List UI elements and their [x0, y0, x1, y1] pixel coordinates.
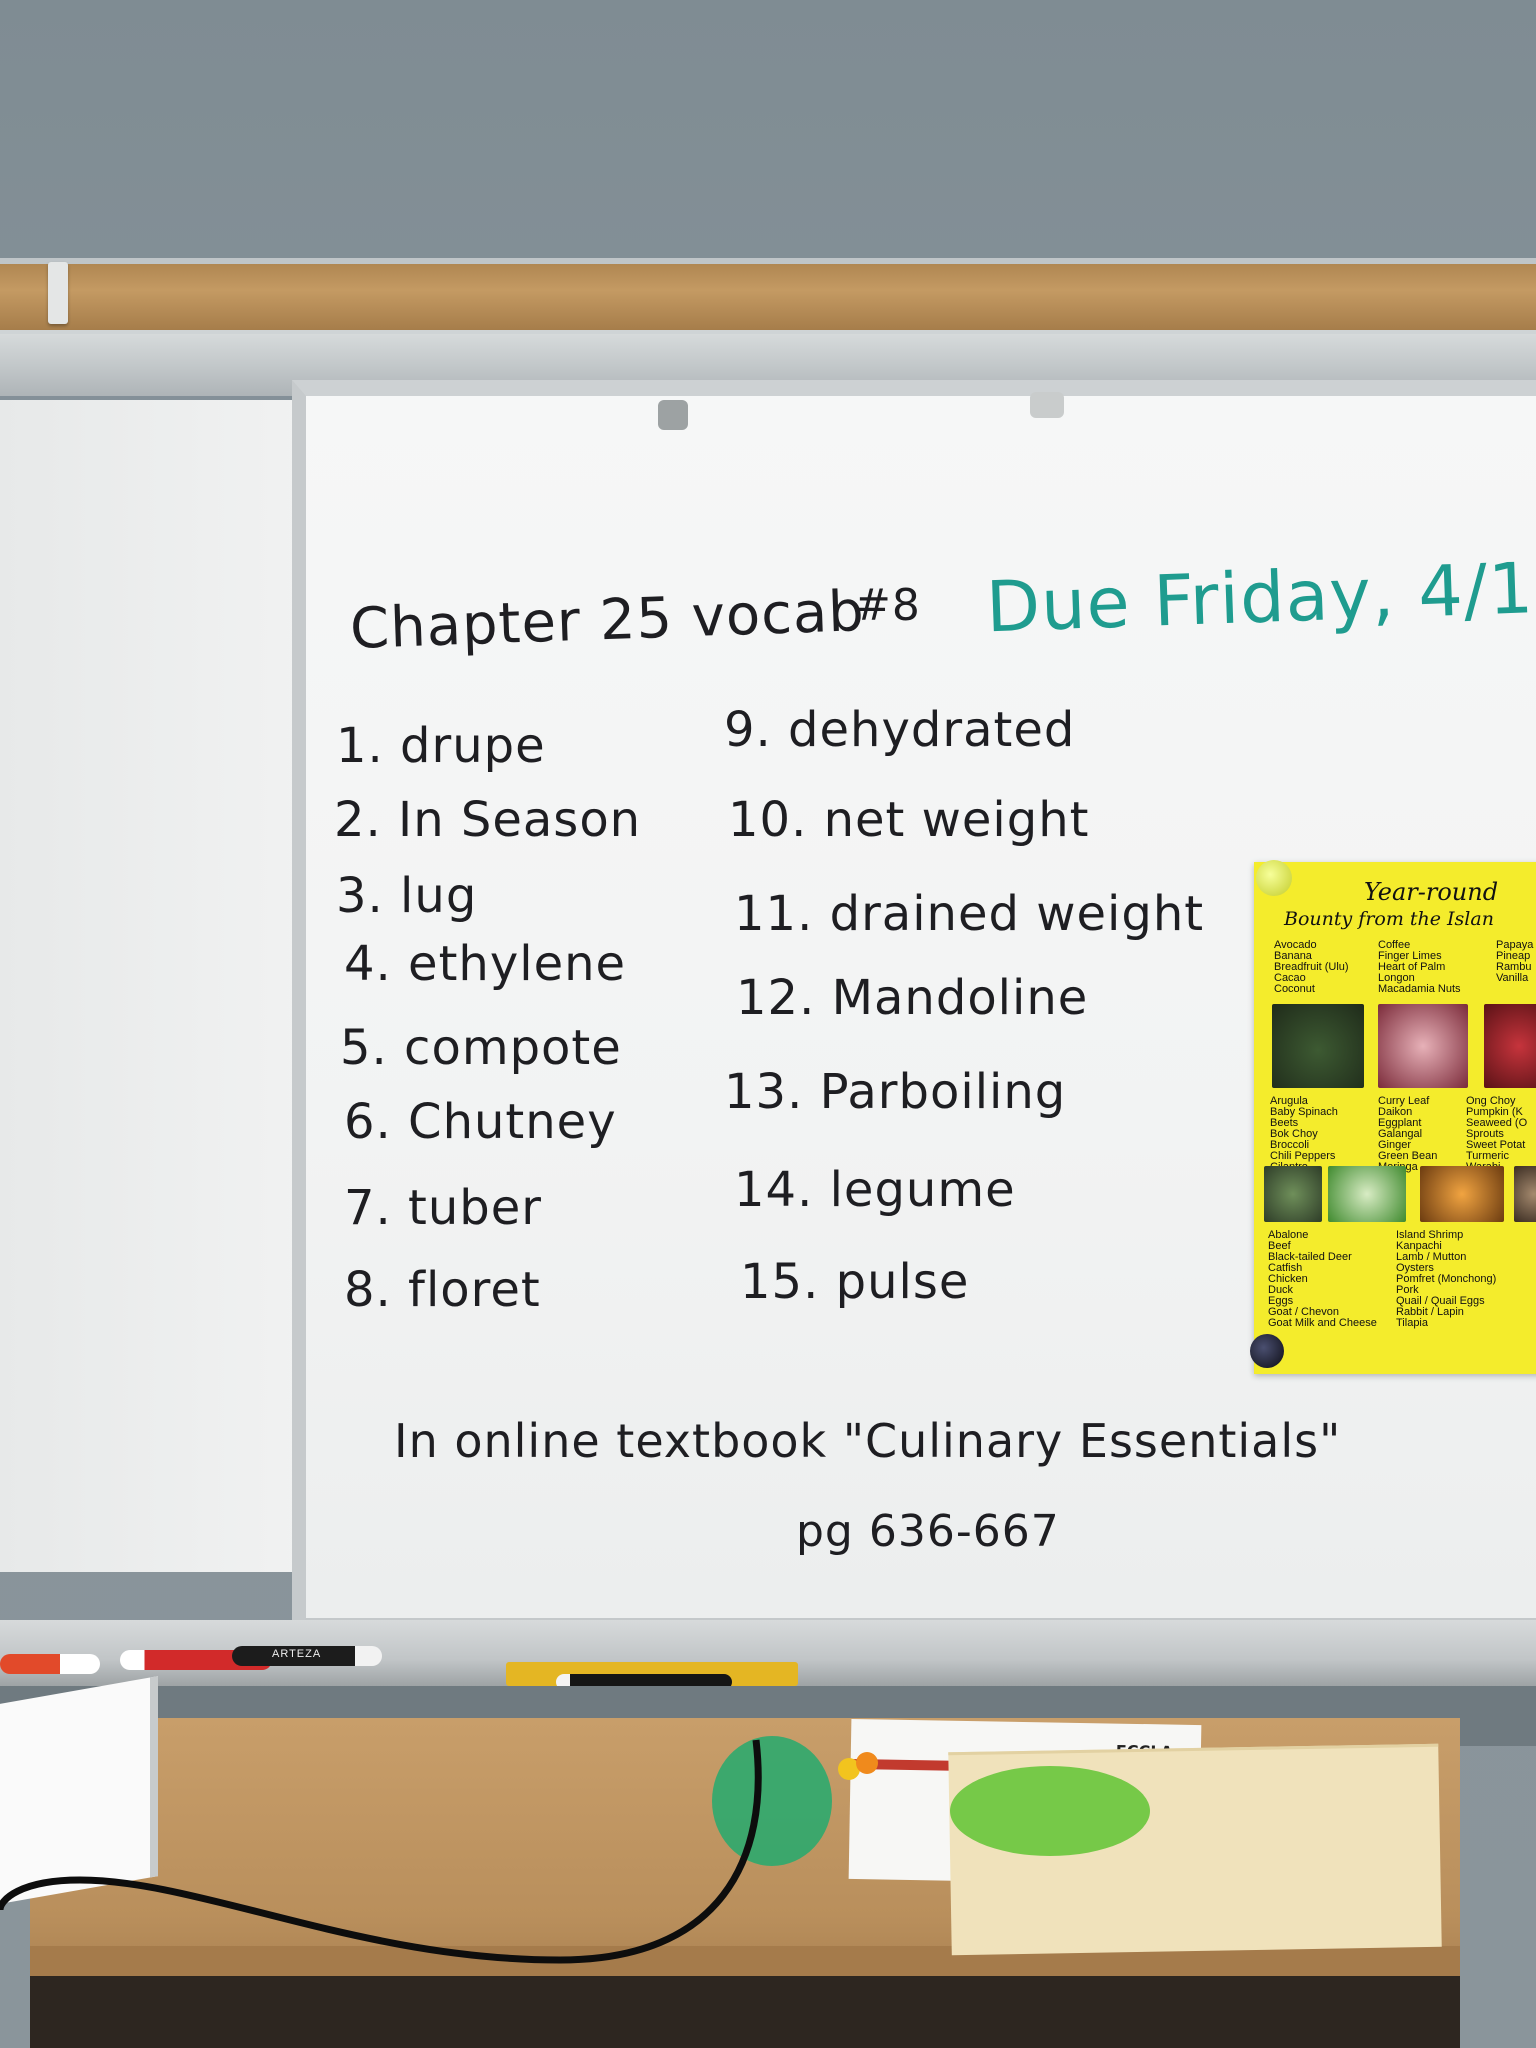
black-cable	[0, 1739, 762, 1964]
